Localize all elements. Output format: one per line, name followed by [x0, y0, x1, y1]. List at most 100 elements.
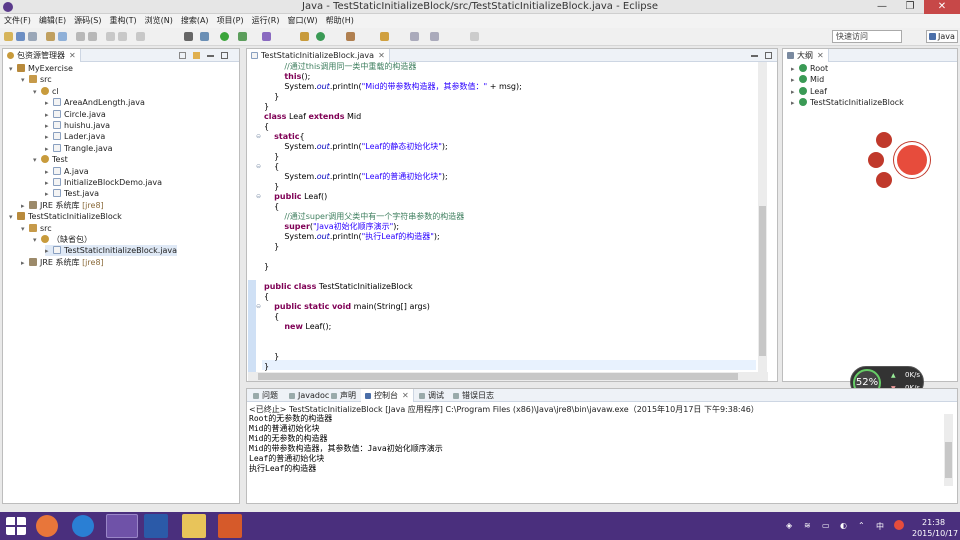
twisty-icon[interactable]: ▸ — [45, 144, 53, 155]
menu-refactor[interactable]: 重构(T) — [109, 14, 136, 28]
outline-item[interactable]: ▸ Mid — [791, 74, 824, 85]
close-console-icon[interactable]: ✕ — [402, 391, 409, 400]
editor-hscrollbar-thumb[interactable] — [258, 373, 738, 380]
twisty-icon[interactable]: ▸ — [45, 121, 53, 132]
close-package-explorer-icon[interactable]: ✕ — [69, 51, 76, 60]
open-perspective-icon[interactable] — [346, 32, 355, 41]
menu-project[interactable]: 项目(P) — [217, 14, 244, 28]
close-button[interactable]: ✕ — [924, 0, 960, 14]
tree-item[interactable]: ▸ TestStaticInitializeBlock.java — [45, 245, 178, 257]
menu-file[interactable]: 文件(F) — [4, 14, 31, 28]
tree-item[interactable]: ▸ Circle.java — [45, 109, 106, 120]
windows-start-icon[interactable] — [6, 517, 26, 535]
battery-icon[interactable]: ▭ — [822, 521, 830, 530]
menu-navigate[interactable]: 浏览(N) — [145, 14, 173, 28]
sogou-mascot-widget[interactable] — [868, 132, 934, 192]
new-icon[interactable] — [4, 32, 13, 41]
menu-edit[interactable]: 编辑(E) — [39, 14, 66, 28]
tab-outline[interactable]: 大纲 ✕ — [783, 49, 829, 62]
outline-item[interactable]: ▸ Root — [791, 63, 828, 74]
toggle-mark-icon[interactable] — [76, 32, 85, 41]
ime-indicator[interactable]: 中 — [876, 521, 884, 532]
console-scrollbar-thumb[interactable] — [945, 442, 952, 478]
tree-item[interactable]: ▸ Trangle.java — [45, 143, 113, 154]
maximize-editor-icon[interactable] — [765, 52, 772, 59]
tree-item[interactable]: ▾ src — [21, 223, 52, 234]
volume-icon[interactable]: ◐ — [840, 521, 847, 530]
tree-item[interactable]: ▾ TestStaticInitializeBlock — [9, 211, 122, 222]
menu-help[interactable]: 帮助(H) — [326, 14, 354, 28]
external-tools-icon[interactable] — [262, 32, 271, 41]
twisty-icon[interactable]: ▸ — [21, 201, 29, 212]
open-task-icon[interactable] — [58, 32, 67, 41]
maximize-button[interactable]: ❐ — [896, 0, 924, 14]
settings-icon[interactable] — [868, 152, 884, 168]
pin-icon[interactable] — [184, 32, 193, 41]
fold-toggle-icon[interactable]: ⊖ — [256, 134, 262, 140]
menu-source[interactable]: 源码(S) — [74, 14, 101, 28]
debug-icon[interactable] — [200, 32, 209, 41]
new-class-icon[interactable] — [316, 32, 325, 41]
run-icon[interactable] — [220, 32, 229, 41]
twisty-icon[interactable]: ▸ — [45, 246, 53, 257]
tree-item[interactable]: ▾ （缺省包） — [33, 234, 92, 245]
tree-item[interactable]: ▸ InitializeBlockDemo.java — [45, 177, 162, 188]
tree-item[interactable]: ▸ huishu.java — [45, 120, 110, 131]
twisty-icon[interactable]: ▸ — [21, 258, 29, 269]
save-icon[interactable] — [16, 32, 25, 41]
shield-icon[interactable]: ◈ — [786, 521, 792, 530]
last-edit-icon[interactable] — [470, 32, 479, 41]
link-editor-icon[interactable] — [193, 52, 200, 59]
tray-chevron-icon[interactable]: ⌃ — [858, 521, 865, 530]
tab-problems[interactable]: 问题 — [249, 389, 282, 402]
maximize-view-icon[interactable] — [221, 52, 228, 59]
tree-item[interactable]: ▸ JRE 系统库 [jre8] — [21, 257, 104, 268]
tab-package-explorer[interactable]: 包资源管理器 ✕ — [3, 49, 81, 62]
tab-error-log[interactable]: 错误日志 — [449, 389, 498, 402]
open-type-icon[interactable] — [46, 32, 55, 41]
twisty-icon[interactable]: ▸ — [45, 178, 53, 189]
twisty-icon[interactable]: ▸ — [45, 167, 53, 178]
sogou-tray-icon[interactable] — [894, 520, 904, 530]
twisty-icon[interactable]: ▾ — [33, 87, 41, 98]
twisty-icon[interactable]: ▾ — [21, 75, 29, 86]
tree-item[interactable]: ▸ Lader.java — [45, 131, 105, 142]
console-scrollbar[interactable] — [944, 414, 953, 486]
twisty-icon[interactable]: ▾ — [21, 224, 29, 235]
skin-icon[interactable] — [876, 172, 892, 188]
network-icon[interactable]: ≋ — [804, 521, 811, 530]
skip-breakpoints-icon[interactable] — [136, 32, 145, 41]
close-editor-icon[interactable]: ✕ — [378, 51, 385, 60]
forward-icon[interactable] — [430, 32, 439, 41]
twisty-icon[interactable]: ▸ — [791, 87, 799, 98]
coverage-icon[interactable] — [238, 32, 247, 41]
ie-icon[interactable] — [72, 515, 94, 537]
tree-item[interactable]: ▸ A.java — [45, 166, 89, 177]
clock-time[interactable]: 21:38 — [922, 518, 945, 527]
twisty-icon[interactable]: ▾ — [9, 212, 17, 223]
twisty-icon[interactable]: ▸ — [45, 132, 53, 143]
toggle-breadcrumb-icon[interactable] — [88, 32, 97, 41]
tab-debug[interactable]: 调试 — [415, 389, 448, 402]
java-perspective-button[interactable]: Java — [926, 30, 958, 43]
twisty-icon[interactable]: ▾ — [33, 155, 41, 166]
fold-toggle-icon[interactable]: ⊖ — [256, 304, 262, 310]
print-icon[interactable] — [28, 32, 37, 41]
outline-item[interactable]: ▸ TestStaticInitializeBlock — [791, 97, 904, 108]
tab-editor-file[interactable]: TestStaticInitializeBlock.java ✕ — [247, 49, 390, 62]
minimize-button[interactable]: — — [868, 0, 896, 14]
twisty-icon[interactable]: ▸ — [45, 110, 53, 121]
tab-console[interactable]: 控制台 ✕ — [361, 389, 414, 402]
twisty-icon[interactable]: ▸ — [791, 75, 799, 86]
back-icon[interactable] — [410, 32, 419, 41]
twisty-icon[interactable]: ▸ — [791, 64, 799, 75]
tree-item[interactable]: ▾ cl — [33, 86, 59, 97]
collapse-all-icon[interactable] — [179, 52, 186, 59]
tree-item[interactable]: ▾ MyExercise — [9, 63, 73, 74]
editor-scrollbar[interactable] — [758, 62, 767, 372]
tab-declaration[interactable]: 声明 — [327, 389, 360, 402]
powerpoint-icon[interactable] — [218, 514, 242, 538]
twisty-icon[interactable]: ▸ — [791, 98, 799, 109]
twisty-icon[interactable]: ▸ — [45, 98, 53, 109]
twisty-icon[interactable]: ▸ — [45, 189, 53, 200]
